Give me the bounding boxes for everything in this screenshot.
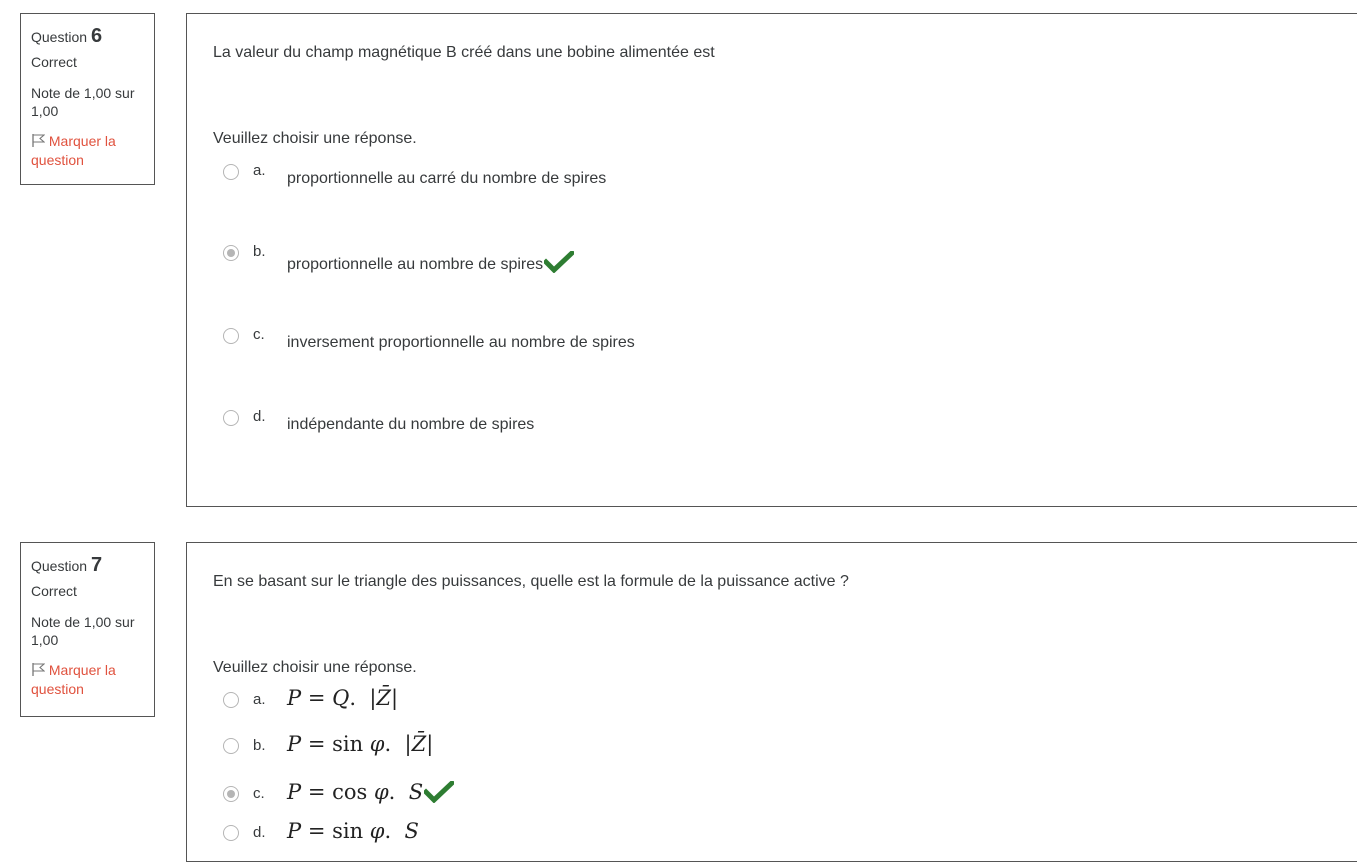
answer-formula[interactable]: P = sin φ. S [287,819,419,843]
answer-text[interactable]: indépendante du nombre de spires [287,416,534,434]
radio-button[interactable] [223,328,239,344]
answer-letter: b. [253,243,266,260]
answer-text[interactable]: inversement proportionnelle au nombre de… [287,334,635,352]
question-label: Question [31,558,88,574]
flag-icon [32,663,46,676]
question-number: Question 6 [31,24,144,49]
answer-prompt: Veuillez choisir une réponse. [213,130,417,147]
question-grade: Note de 1,00 sur 1,00 [31,614,135,648]
radio-button-selected[interactable] [223,786,239,802]
answer-letter: a. [253,162,266,179]
answer-formula[interactable]: P = cos φ. S [287,780,455,804]
question-content-7: En se basant sur le triangle des puissan… [186,542,1357,862]
answer-letter: c. [253,785,265,802]
answer-text[interactable]: proportionnelle au carré du nombre de sp… [287,170,606,188]
question-grade: Note de 1,00 sur 1,00 [31,85,135,119]
answer-letter: c. [253,326,265,343]
flag-question-link[interactable]: Marquer la question [31,132,144,170]
answer-formula[interactable]: P = sin φ. |Z̄| [287,732,433,756]
question-number: Question 7 [31,553,144,578]
radio-button[interactable] [223,825,239,841]
check-icon [544,251,575,273]
question-text: La valeur du champ magnétique B créé dan… [213,44,715,61]
flag-icon [32,134,46,147]
answer-letter: d. [253,408,266,425]
radio-button-selected[interactable] [223,245,239,261]
question-text: En se basant sur le triangle des puissan… [213,573,849,590]
question-content-6: La valeur du champ magnétique B créé dan… [186,13,1357,507]
radio-button[interactable] [223,738,239,754]
answer-text[interactable]: proportionnelle au nombre de spires [287,256,543,273]
question-number-value: 7 [90,554,103,576]
radio-button[interactable] [223,692,239,708]
question-state: Correct [31,583,77,599]
flag-question-link[interactable]: Marquer la question [31,661,144,699]
answer-prompt: Veuillez choisir une réponse. [213,659,417,676]
question-state: Correct [31,54,77,70]
question-number-value: 6 [90,25,103,47]
question-info-7: Question 7 Correct Note de 1,00 sur 1,00… [20,542,155,717]
answer-formula[interactable]: P = Q. |Z̄| [287,686,398,710]
radio-button[interactable] [223,410,239,426]
answer-text-container[interactable]: proportionnelle au nombre de spires [287,251,575,274]
answer-letter: a. [253,691,266,708]
question-label: Question [31,29,88,45]
answer-letter: b. [253,737,266,754]
check-icon [424,781,455,803]
answer-letter: d. [253,824,266,841]
question-info-6: Question 6 Correct Note de 1,00 sur 1,00… [20,13,155,185]
radio-button[interactable] [223,164,239,180]
